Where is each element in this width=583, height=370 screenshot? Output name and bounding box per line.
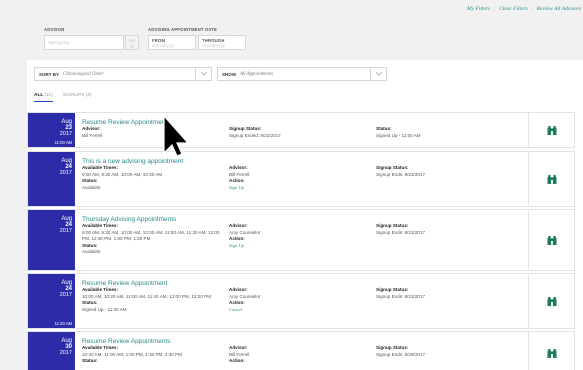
view-button[interactable] <box>528 210 574 270</box>
chevron-down-icon <box>370 68 386 80</box>
appointment-title[interactable]: Resume Review Appointment <box>82 280 167 287</box>
appointment-card: Aug 30 2017 Resume Review Appointments Ava… <box>27 331 575 370</box>
from-date-input[interactable]: FROM mm-dd-yyyy <box>148 35 196 50</box>
available-times-info: Available Times: 9:00 AM, 9:30 AM, 10:00 … <box>82 165 163 190</box>
appointment-title[interactable]: Resume Review Appointments <box>82 338 171 345</box>
view-button[interactable] <box>528 332 574 370</box>
advisor-input[interactable]: Start typing... <box>44 35 124 50</box>
binoculars-icon <box>547 296 556 306</box>
binoculars-icon <box>547 349 556 358</box>
appointments-panel: SORT BY Chronological Order SHOW All App… <box>27 60 583 370</box>
sort-select[interactable]: SORT BY Chronological Order <box>34 67 212 81</box>
signup-status-info: Signup Status: Signup Ends: 8/29/2017 <box>376 345 426 357</box>
through-date-input[interactable]: THROUGH mm-dd-yyyy <box>198 35 246 50</box>
tab-bar: ALL (11) SIGNUPS (3) <box>34 93 92 102</box>
binoculars-icon <box>547 125 556 135</box>
see-all-button[interactable]: See All <box>125 35 139 50</box>
binoculars-icon <box>547 174 556 184</box>
advisor-info: Advisor: Bill Ferrell Action: <box>229 345 250 363</box>
advisor-info: Advisor: Bill Ferrell Action: Sign Up <box>229 165 250 190</box>
advisor-label: ADVISOR <box>44 27 65 32</box>
tab-all[interactable]: ALL (11) <box>34 93 53 102</box>
date-block: Aug 24 2017 <box>28 210 75 270</box>
available-times-info: Available Times: 9:00 AM, 9:30 AM, 10:00 … <box>82 223 220 254</box>
date-block: Aug 30 2017 <box>28 332 75 370</box>
appointment-card: Aug 24 2017 11:20 AM Resume Review Appoint… <box>27 273 575 329</box>
appointment-title[interactable]: This is a new advising appointment <box>82 158 183 165</box>
clear-filters-link[interactable]: Clear Filters <box>499 6 528 12</box>
top-nav: My Filters | Clear Filters | Review All Ad… <box>467 6 581 12</box>
advisor-info: Advisor: Bill Ferrell <box>82 126 103 138</box>
signup-status-info: Signup Status: Signup Ended: 8/22/2017 <box>229 126 281 138</box>
show-select[interactable]: SHOW All Appointments <box>217 67 387 81</box>
advisor-placeholder: Start typing... <box>48 40 73 45</box>
review-all-advisors-link[interactable]: Review All Advisors <box>537 6 581 12</box>
advisor-info: Advisor: Amy Counselor Action: Cancel <box>229 287 261 312</box>
tab-signups[interactable]: SIGNUPS (3) <box>63 93 92 102</box>
date-block: Aug 24 2017 <box>28 152 75 206</box>
chevron-down-icon <box>195 68 211 80</box>
date-block: Aug 23 2017 11:00 AM <box>28 113 75 147</box>
available-times-info: Available Times: 10:00 AM, 10:20 AM, 11:0… <box>82 287 212 312</box>
signup-status-info: Signup Status: Signup Ends: 8/23/2017 <box>376 165 426 177</box>
advisor-info: Advisor: Amy Counselor Action: Sign Up <box>229 223 261 248</box>
date-label: ADVISING APPOINTMENT DATE <box>148 27 217 32</box>
sign-up-link[interactable]: Sign Up <box>229 185 244 190</box>
date-block: Aug 24 2017 11:20 AM <box>28 274 75 328</box>
view-button[interactable] <box>528 113 574 147</box>
binoculars-icon <box>547 235 556 245</box>
appointment-title[interactable]: Resume Review Appointment <box>82 119 167 126</box>
sign-up-link[interactable]: Sign Up <box>229 243 244 248</box>
status-info: Status: Signed Up - 11:00 AM <box>376 126 421 138</box>
mouse-pointer-icon <box>163 115 189 157</box>
appointment-card: Aug 24 2017 This is a new advising appoint… <box>27 151 575 207</box>
appointment-title[interactable]: Thursday Advising Appointments <box>82 216 176 223</box>
my-filters-link[interactable]: My Filters <box>467 6 490 12</box>
appointment-card: Aug 23 2017 11:00 AM Resume Review Appoint… <box>27 112 575 148</box>
signup-status-info: Signup Status: Signup Ends: 8/23/2017 <box>376 223 426 235</box>
available-times-info: Available Times: 10:30 AM, 11:00 AM, 1:00… <box>82 345 183 363</box>
appointment-card: Aug 24 2017 Thursday Advising Appointments… <box>27 209 575 271</box>
view-button[interactable] <box>528 152 574 206</box>
signup-status-info: Signup Status: Signup Ends: 8/23/2017 <box>376 287 426 299</box>
cancel-link[interactable]: Cancel <box>229 307 242 312</box>
view-button[interactable] <box>528 274 574 328</box>
